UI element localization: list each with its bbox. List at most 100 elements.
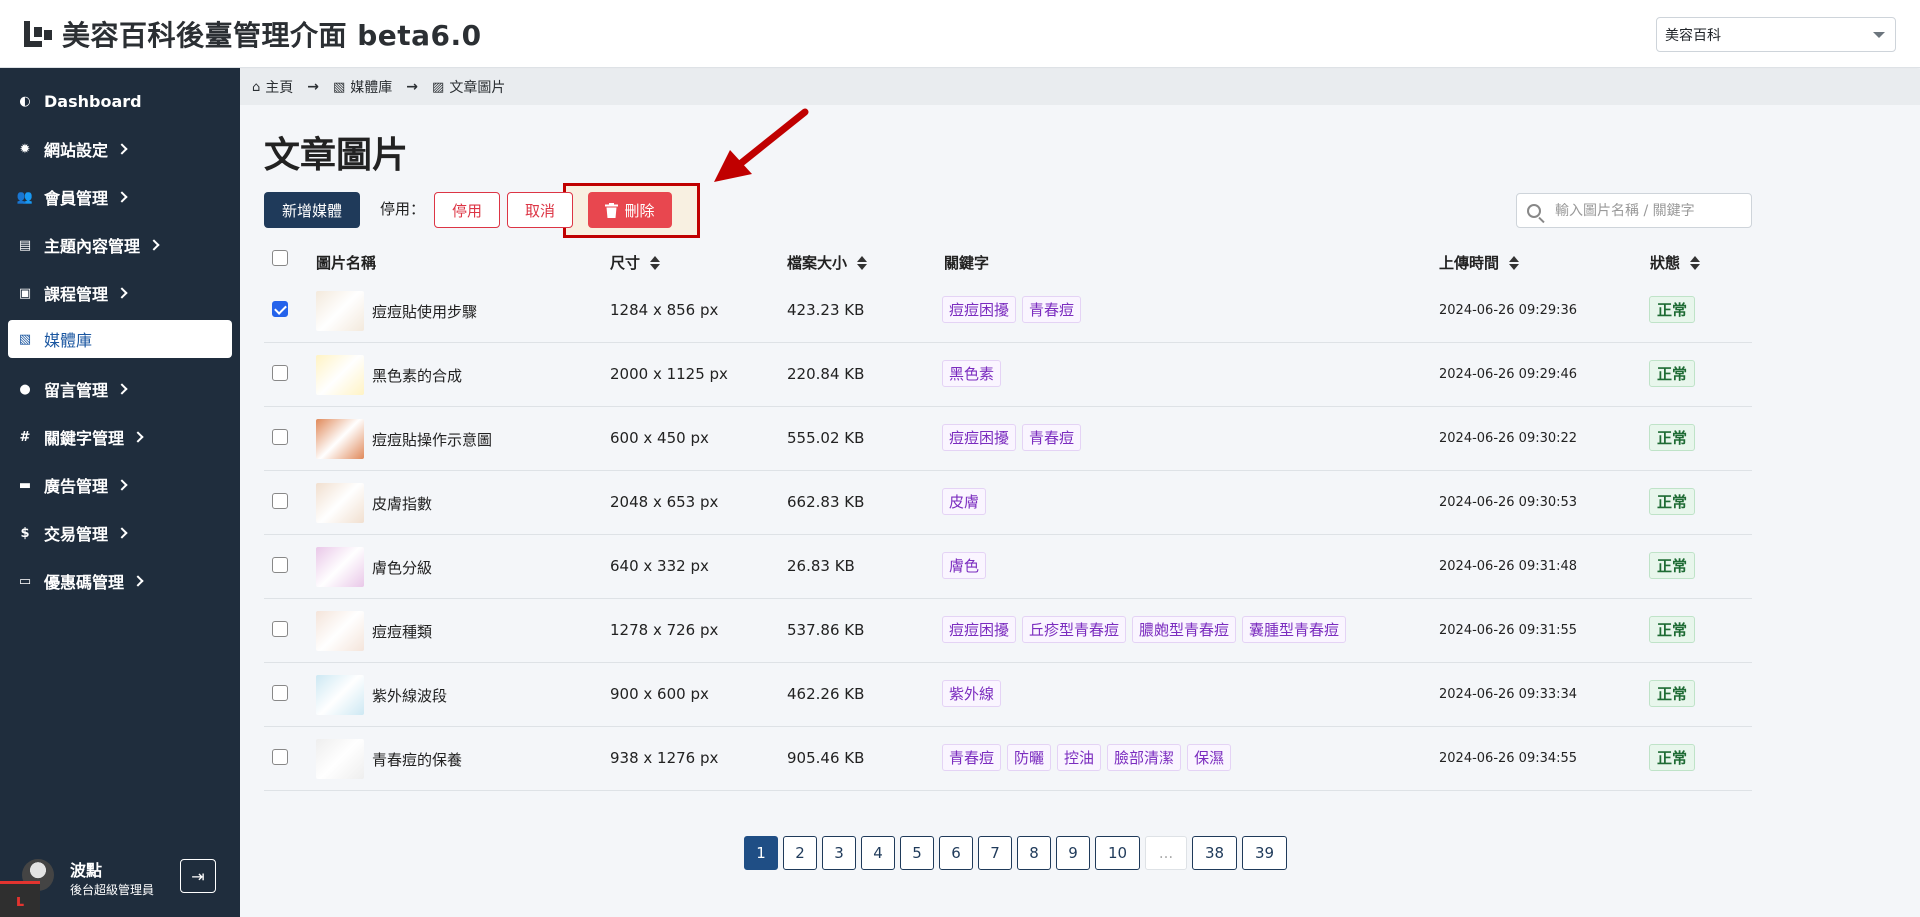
row-checkbox[interactable]	[272, 429, 288, 445]
page-button-10[interactable]: 10	[1095, 836, 1140, 870]
status-badge: 正常	[1649, 360, 1696, 387]
table-row[interactable]: 痘痘貼操作示意圖 600 x 450 px 555.02 KB 痘痘困擾 青春痘 2024…	[264, 407, 1752, 471]
table-row[interactable]: 皮膚指數 2048 x 653 px 662.83 KB 皮膚 2024-06-26 0…	[264, 471, 1752, 535]
keyword-tag[interactable]: 黑色素	[942, 360, 1002, 387]
page-button-9[interactable]: 9	[1056, 836, 1090, 870]
sidebar-item-topics[interactable]: ▤ 主題內容管理	[8, 226, 232, 264]
palette-icon: ◐	[19, 93, 31, 109]
search-input[interactable]	[1555, 202, 1745, 219]
keyword-tag[interactable]: 痘痘困擾	[942, 424, 1017, 451]
add-media-button[interactable]: 新增媒體	[264, 192, 360, 228]
sidebar-item-label: 網站設定	[44, 141, 109, 160]
sidebar-item-site-settings[interactable]: ✹ 網站設定	[8, 130, 232, 168]
keyword-tag[interactable]: 痘痘困擾	[942, 296, 1017, 323]
keyword-tag[interactable]: 防曬	[1007, 744, 1052, 771]
gear-icon: ✹	[19, 141, 31, 157]
sidebar-item-coupons[interactable]: ▭ 優惠碼管理	[8, 562, 232, 600]
brand[interactable]: 美容百科後臺管理介面 beta6.0	[22, 16, 482, 52]
sidebar-item-dashboard[interactable]: ◐ Dashboard	[8, 82, 232, 120]
delete-button[interactable]: 刪除	[588, 192, 672, 228]
row-checkbox[interactable]	[272, 621, 288, 637]
breadcrumb-home[interactable]: ⌂ 主頁	[252, 77, 293, 97]
image-thumbnail[interactable]	[316, 547, 364, 587]
keyword-tag[interactable]: 痘痘困擾	[942, 616, 1017, 643]
upload-time: 2024-06-26 09:33:34	[1439, 687, 1578, 702]
row-checkbox[interactable]	[272, 301, 288, 317]
row-checkbox[interactable]	[272, 557, 288, 573]
keyword-tag[interactable]: 青春痘	[1022, 424, 1082, 451]
column-header-uploaded[interactable]: 上傳時間	[1439, 252, 1520, 273]
page-button-7[interactable]: 7	[978, 836, 1012, 870]
sidebar-item-label: 會員管理	[44, 189, 109, 208]
sidebar-item-transactions[interactable]: $ 交易管理	[8, 514, 232, 552]
sidebar-item-label: Dashboard	[44, 91, 142, 111]
image-thumbnail[interactable]	[316, 739, 364, 779]
page-button-8[interactable]: 8	[1017, 836, 1051, 870]
select-all-checkbox[interactable]	[272, 250, 288, 266]
image-icon: ▨	[432, 79, 445, 95]
page-button-38[interactable]: 38	[1192, 836, 1237, 870]
row-checkbox[interactable]	[272, 365, 288, 381]
sidebar-item-media-library[interactable]: ▧ 媒體庫	[8, 320, 232, 358]
trash-icon	[605, 202, 619, 218]
keyword-tag[interactable]: 控油	[1057, 744, 1102, 771]
image-thumbnail[interactable]	[316, 611, 364, 651]
keyword-tag[interactable]: 紫外線	[942, 680, 1002, 707]
keyword-tag[interactable]: 青春痘	[1022, 296, 1082, 323]
page-button-5[interactable]: 5	[900, 836, 934, 870]
cancel-button[interactable]: 取消	[507, 192, 573, 228]
sign-out-icon: ⇥	[191, 866, 205, 886]
row-checkbox[interactable]	[272, 493, 288, 509]
breadcrumb-media-library[interactable]: ▧ 媒體庫	[333, 77, 392, 97]
upload-time: 2024-06-26 09:29:36	[1439, 303, 1578, 318]
site-select-value: 美容百科	[1665, 27, 1721, 44]
page-button-6[interactable]: 6	[939, 836, 973, 870]
file-size: 220.84 KB	[787, 365, 865, 383]
page-button-39[interactable]: 39	[1242, 836, 1287, 870]
page-button-2[interactable]: 2	[783, 836, 817, 870]
logout-button[interactable]: ⇥	[180, 859, 216, 893]
keyword-tag[interactable]: 囊腫型青春痘	[1242, 616, 1347, 643]
sidebar-item-courses[interactable]: ▣ 課程管理	[8, 274, 232, 312]
table-row[interactable]: 紫外線波段 900 x 600 px 462.26 KB 紫外線 2024-06-26 …	[264, 663, 1752, 727]
column-header-size[interactable]: 尺寸	[610, 252, 661, 273]
column-header-filesize[interactable]: 檔案大小	[787, 252, 868, 273]
keyword-tag[interactable]: 保濕	[1187, 744, 1232, 771]
chevron-right-icon	[116, 287, 128, 299]
sidebar-item-keywords[interactable]: # 關鍵字管理	[8, 418, 232, 456]
sidebar-item-comments[interactable]: ● 留言管理	[8, 370, 232, 408]
sidebar-item-members[interactable]: 👥 會員管理	[8, 178, 232, 216]
keyword-tag[interactable]: 膿皰型青春痘	[1132, 616, 1237, 643]
sidebar-item-ads[interactable]: ▬ 廣告管理	[8, 466, 232, 504]
keyword-tag[interactable]: 丘疹型青春痘	[1022, 616, 1127, 643]
table-row[interactable]: 膚色分級 640 x 332 px 26.83 KB 膚色 2024-06-26 09:…	[264, 535, 1752, 599]
table-row[interactable]: 青春痘的保養 938 x 1276 px 905.46 KB 青春痘 防曬 控油 臉部清潔保…	[264, 727, 1752, 791]
disable-button[interactable]: 停用	[434, 192, 500, 228]
page-button-4[interactable]: 4	[861, 836, 895, 870]
chevron-down-icon	[1873, 32, 1885, 38]
image-thumbnail[interactable]	[316, 291, 364, 331]
chevron-right-icon	[132, 575, 144, 587]
keyword-tag[interactable]: 皮膚	[942, 488, 987, 515]
image-thumbnail[interactable]	[316, 483, 364, 523]
image-thumbnail[interactable]	[316, 419, 364, 459]
keyword-tag[interactable]: 青春痘	[942, 744, 1002, 771]
chevron-right-icon	[116, 191, 128, 203]
row-checkbox[interactable]	[272, 749, 288, 765]
image-thumbnail[interactable]	[316, 355, 364, 395]
table-row[interactable]: 痘痘種類 1278 x 726 px 537.86 KB 痘痘困擾 丘疹型青春痘 膿皰型青…	[264, 599, 1752, 663]
search-box[interactable]	[1516, 193, 1752, 228]
site-select[interactable]: 美容百科	[1656, 17, 1896, 52]
page-button-1[interactable]: 1	[744, 836, 778, 870]
page-button-3[interactable]: 3	[822, 836, 856, 870]
image-dimensions: 1278 x 726 px	[610, 621, 719, 639]
keyword-tag[interactable]: 臉部清潔	[1107, 744, 1182, 771]
image-dimensions: 2048 x 653 px	[610, 493, 719, 511]
table-row[interactable]: 黑色素的合成 2000 x 1125 px 220.84 KB 黑色素 2024-06-…	[264, 343, 1752, 407]
table-row[interactable]: 痘痘貼使用步驟 1284 x 856 px 423.23 KB 痘痘困擾 青春痘 2024…	[264, 279, 1752, 343]
keyword-tag[interactable]: 膚色	[942, 552, 987, 579]
row-checkbox[interactable]	[272, 685, 288, 701]
image-thumbnail[interactable]	[316, 675, 364, 715]
column-header-status[interactable]: 狀態	[1650, 252, 1701, 273]
laravel-debug-icon[interactable]: ʟ	[0, 881, 40, 917]
